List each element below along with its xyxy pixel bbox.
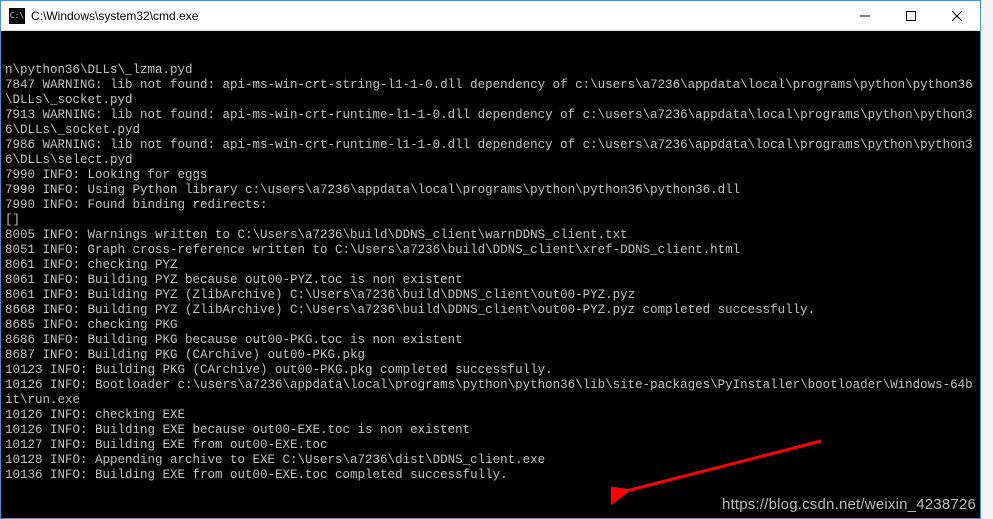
- terminal-line: 10123 INFO: Building PKG (CArchive) out0…: [5, 363, 976, 378]
- terminal-output[interactable]: n\python36\DLLs\_lzma.pyd7847 WARNING: l…: [1, 31, 980, 518]
- terminal-line: 7847 WARNING: lib not found: api-ms-win-…: [5, 78, 976, 108]
- terminal-line: 10136 INFO: Building EXE from out00-EXE.…: [5, 468, 976, 483]
- terminal-line: 8061 INFO: Building PYZ because out00-PY…: [5, 273, 976, 288]
- terminal-line: 10126 INFO: Building EXE because out00-E…: [5, 423, 976, 438]
- terminal-lines: n\python36\DLLs\_lzma.pyd7847 WARNING: l…: [5, 63, 976, 498]
- terminal-line: 7990 INFO: Found binding redirects:: [5, 198, 976, 213]
- terminal-line: 10127 INFO: Building EXE from out00-EXE.…: [5, 438, 976, 453]
- terminal-line: []: [5, 213, 976, 228]
- terminal-line: 8005 INFO: Warnings written to C:\Users\…: [5, 228, 976, 243]
- terminal-line: 7913 WARNING: lib not found: api-ms-win-…: [5, 108, 976, 138]
- external-sidebar-fragment: [981, 0, 993, 519]
- cmd-icon: C:\: [9, 8, 25, 24]
- terminal-line: 8051 INFO: Graph cross-reference written…: [5, 243, 976, 258]
- terminal-line: 7990 INFO: Looking for eggs: [5, 168, 976, 183]
- window-title: C:\Windows\system32\cmd.exe: [31, 9, 198, 23]
- terminal-line: 10126 INFO: Bootloader c:\users\a7236\ap…: [5, 378, 976, 408]
- terminal-line: 8061 INFO: checking PYZ: [5, 258, 976, 273]
- minimize-button[interactable]: [842, 1, 888, 31]
- close-button[interactable]: [934, 1, 980, 31]
- terminal-line: 8668 INFO: Building PYZ (ZlibArchive) C:…: [5, 303, 976, 318]
- terminal-line: 8686 INFO: Building PKG because out00-PK…: [5, 333, 976, 348]
- terminal-line: 8685 INFO: checking PKG: [5, 318, 976, 333]
- watermark-text: https://blog.csdn.net/weixin_4238726: [722, 497, 976, 512]
- cmd-window: C:\ C:\Windows\system32\cmd.exe n\python…: [0, 0, 981, 519]
- terminal-line: 10126 INFO: checking EXE: [5, 408, 976, 423]
- terminal-line: 7990 INFO: Using Python library c:\users…: [5, 183, 976, 198]
- terminal-line: 8061 INFO: Building PYZ (ZlibArchive) C:…: [5, 288, 976, 303]
- maximize-button[interactable]: [888, 1, 934, 31]
- terminal-line: [5, 483, 976, 498]
- terminal-line: 8687 INFO: Building PKG (CArchive) out00…: [5, 348, 976, 363]
- terminal-line: 10128 INFO: Appending archive to EXE C:\…: [5, 453, 976, 468]
- titlebar[interactable]: C:\ C:\Windows\system32\cmd.exe: [1, 1, 980, 31]
- terminal-line: n\python36\DLLs\_lzma.pyd: [5, 63, 976, 78]
- terminal-line: 7986 WARNING: lib not found: api-ms-win-…: [5, 138, 976, 168]
